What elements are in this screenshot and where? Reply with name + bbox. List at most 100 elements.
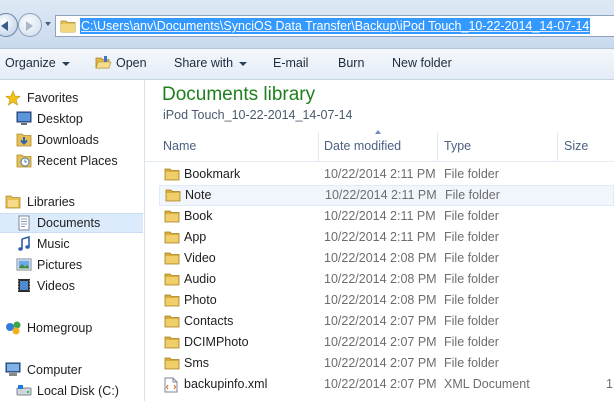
forward-button[interactable]	[18, 13, 42, 37]
file-date-modified: 10/22/2014 2:07 PM	[324, 377, 437, 391]
burn-label: Burn	[338, 56, 365, 70]
file-row[interactable]: Contacts 10/22/2014 2:07 PM File folder	[159, 311, 614, 332]
file-type: File folder	[444, 251, 499, 265]
folder-icon	[164, 336, 180, 349]
nav-label: Libraries	[27, 195, 75, 209]
file-row[interactable]: Sms 10/22/2014 2:07 PM File folder	[159, 353, 614, 374]
file-type: XML Document	[444, 377, 530, 391]
nav-desktop[interactable]: Desktop	[0, 109, 143, 129]
folder-icon	[165, 189, 181, 202]
file-row[interactable]: Book 10/22/2014 2:11 PM File folder	[159, 206, 614, 227]
nav-recent-places[interactable]: Recent Places	[0, 151, 143, 171]
folder-icon	[164, 231, 180, 244]
column-divider[interactable]	[318, 132, 319, 161]
nav-local-disk[interactable]: Local Disk (C:)	[0, 381, 143, 401]
xml-file-icon	[164, 377, 178, 393]
email-button[interactable]: E-mail	[273, 49, 308, 79]
file-date-modified: 10/22/2014 2:11 PM	[325, 188, 437, 202]
file-name: DCIMPhoto	[184, 335, 249, 349]
file-type: File folder	[444, 314, 499, 328]
file-row[interactable]: Photo 10/22/2014 2:08 PM File folder	[159, 290, 614, 311]
file-row[interactable]: Note 10/22/2014 2:11 PM File folder	[159, 185, 614, 206]
star-icon	[5, 90, 21, 106]
nav-label: Music	[37, 237, 70, 251]
nav-favorites[interactable]: Favorites	[0, 88, 143, 108]
column-header-size[interactable]: Size	[564, 132, 588, 161]
column-header-type[interactable]: Type	[444, 132, 471, 161]
nav-libraries[interactable]: Libraries	[0, 192, 143, 212]
column-divider[interactable]	[437, 132, 438, 161]
file-name: Audio	[184, 272, 216, 286]
file-row[interactable]: Audio 10/22/2014 2:08 PM File folder	[159, 269, 614, 290]
organize-button[interactable]: Organize	[5, 49, 70, 79]
file-type: File folder	[444, 293, 499, 307]
folder-icon	[164, 252, 180, 265]
videos-icon	[18, 279, 30, 292]
burn-button[interactable]: Burn	[338, 49, 364, 79]
file-name: Bookmark	[184, 167, 241, 181]
downloads-folder-icon	[16, 133, 32, 147]
forward-arrow-icon	[26, 21, 33, 31]
file-list-pane: Documents library iPod Touch_10-22-2014_…	[145, 80, 614, 401]
chevron-down-icon	[61, 61, 70, 66]
file-name: Photo	[184, 293, 217, 307]
navigation-pane: Favorites Desktop Downloads Recent Place…	[0, 80, 145, 401]
pictures-icon	[16, 258, 32, 271]
documents-library-icon	[18, 215, 30, 231]
email-label: E-mail	[273, 56, 309, 70]
nav-pictures[interactable]: Pictures	[0, 255, 143, 275]
share-with-button[interactable]: Share with	[174, 49, 248, 79]
file-date-modified: 10/22/2014 2:07 PM	[324, 356, 437, 370]
nav-label: Documents	[37, 216, 101, 230]
column-header-name[interactable]: Name	[163, 132, 196, 161]
nav-label: Desktop	[37, 112, 83, 126]
file-row[interactable]: backupinfo.xml 10/22/2014 2:07 PM XML Docu…	[159, 374, 614, 395]
nav-label: Recent Places	[37, 154, 118, 168]
file-type: File folder	[444, 167, 499, 181]
address-field[interactable]: C:\Users\anv\Documents\SynciOS Data Tran…	[55, 15, 614, 37]
file-row[interactable]: App 10/22/2014 2:11 PM File folder	[159, 227, 614, 248]
file-date-modified: 10/22/2014 2:11 PM	[324, 167, 436, 181]
command-bar: Organize Open Share with E-mail Burn New…	[0, 49, 614, 80]
address-path-text[interactable]: C:\Users\anv\Documents\SynciOS Data Tran…	[80, 18, 591, 34]
file-type: File folder	[444, 356, 499, 370]
file-name: App	[184, 230, 207, 244]
nav-computer[interactable]: Computer	[0, 360, 143, 380]
nav-homegroup[interactable]: Homegroup	[0, 318, 143, 338]
file-type: File folder	[444, 209, 499, 223]
file-row[interactable]: DCIMPhoto 10/22/2014 2:07 PM File folder	[159, 332, 614, 353]
nav-downloads[interactable]: Downloads	[0, 130, 143, 150]
open-folder-icon	[95, 56, 112, 69]
file-row[interactable]: Video 10/22/2014 2:08 PM File folder	[159, 248, 614, 269]
homegroup-icon	[6, 321, 21, 335]
open-button[interactable]: Open	[95, 49, 147, 79]
libraries-icon	[5, 195, 21, 209]
column-divider[interactable]	[557, 132, 558, 161]
nav-label: Computer	[27, 363, 82, 377]
nav-music[interactable]: Music	[0, 234, 143, 254]
file-type: File folder	[445, 188, 500, 202]
nav-videos[interactable]: Videos	[0, 276, 143, 296]
file-date-modified: 10/22/2014 2:08 PM	[324, 272, 437, 286]
organize-label: Organize	[5, 56, 56, 70]
recent-places-icon	[16, 154, 32, 168]
column-header-date[interactable]: Date modified	[324, 132, 401, 161]
chevron-down-icon	[239, 61, 248, 66]
file-type: File folder	[444, 230, 499, 244]
library-subtitle[interactable]: iPod Touch_10-22-2014_14-07-14	[163, 108, 353, 122]
file-name: backupinfo.xml	[184, 377, 268, 391]
back-button[interactable]	[0, 13, 18, 37]
file-date-modified: 10/22/2014 2:08 PM	[324, 293, 437, 307]
file-row[interactable]: Bookmark 10/22/2014 2:11 PM File folder	[159, 164, 614, 185]
new-folder-button[interactable]: New folder	[392, 49, 452, 79]
file-name: Video	[184, 251, 216, 265]
music-note-icon	[18, 236, 30, 251]
nav-documents[interactable]: Documents	[0, 213, 143, 233]
recent-pages-chevron-icon[interactable]	[45, 22, 51, 26]
computer-icon	[5, 362, 21, 376]
file-date-modified: 10/22/2014 2:07 PM	[324, 314, 437, 328]
new-folder-label: New folder	[392, 56, 452, 70]
file-date-modified: 10/22/2014 2:11 PM	[324, 230, 436, 244]
folder-icon	[164, 168, 180, 181]
folder-icon	[164, 294, 180, 307]
